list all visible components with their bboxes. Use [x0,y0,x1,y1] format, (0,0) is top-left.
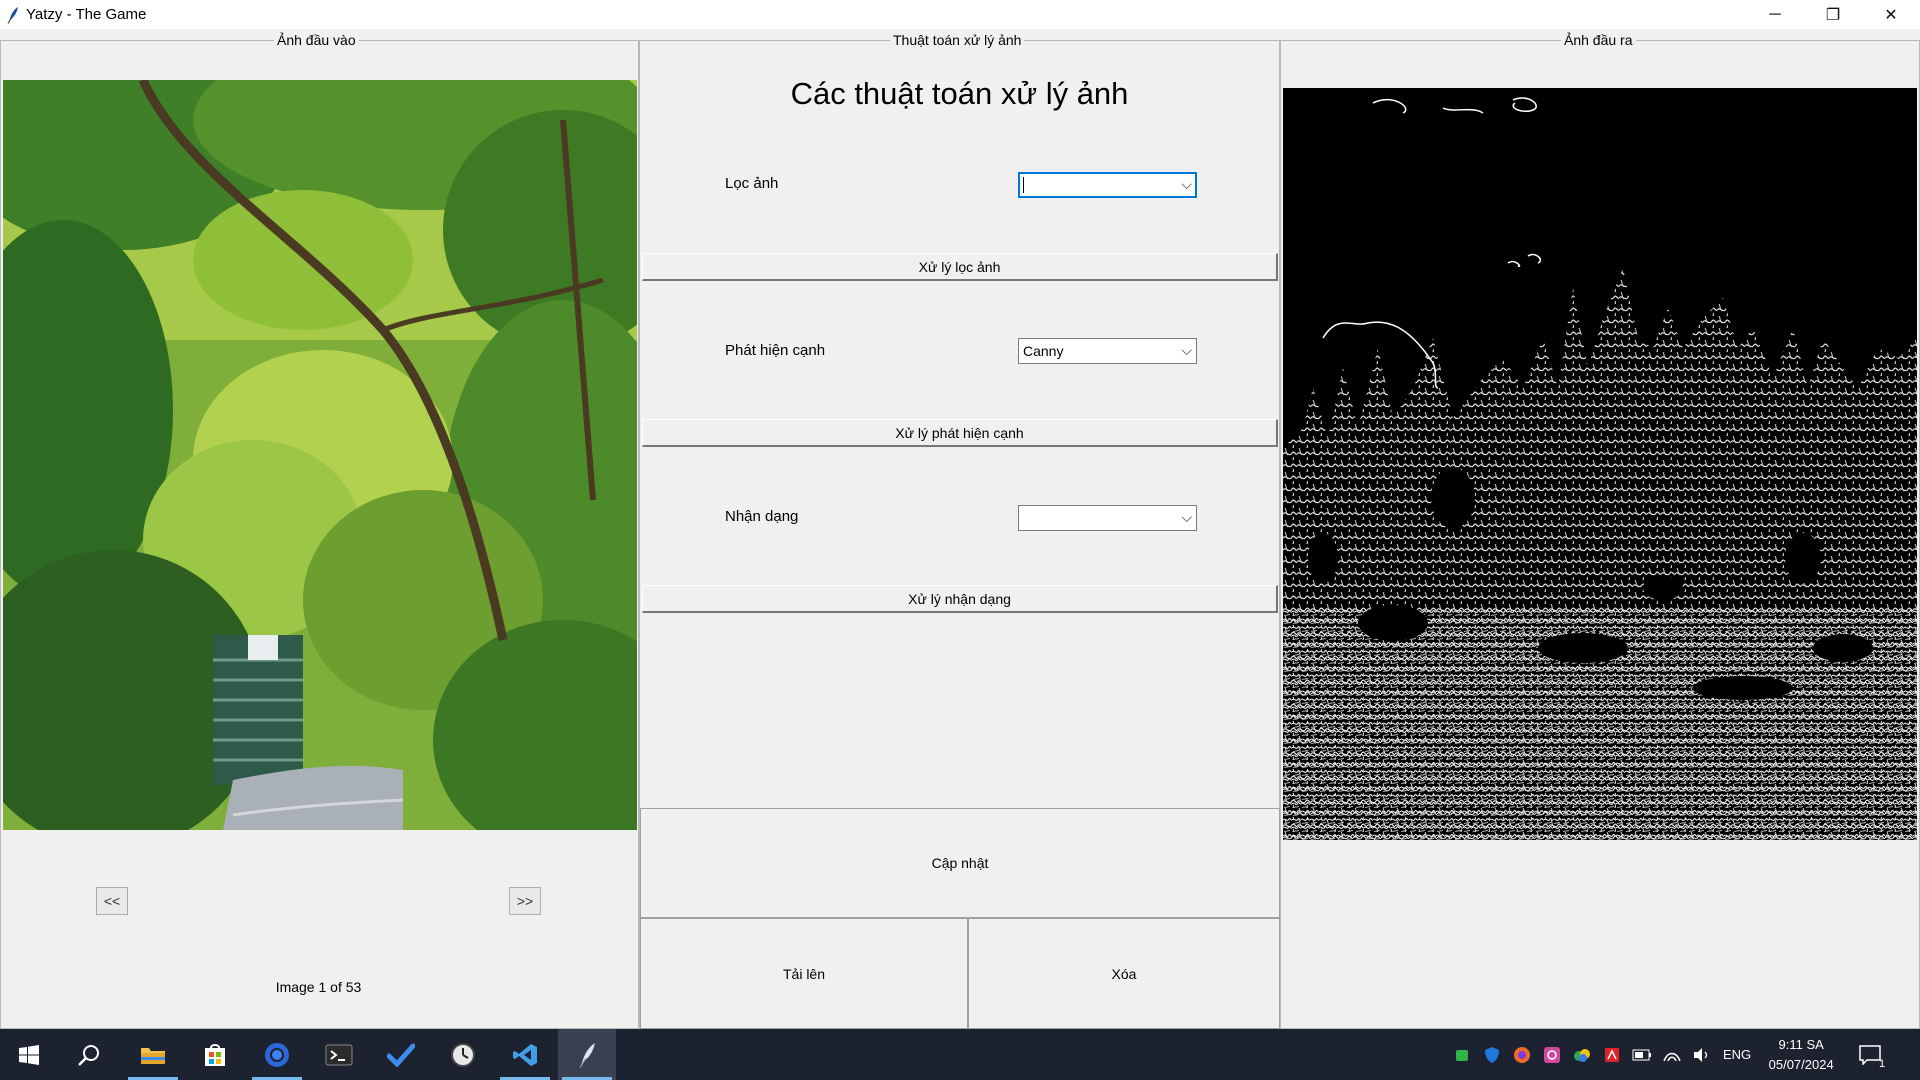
clock-icon [451,1042,475,1067]
vscode-button[interactable] [496,1029,554,1080]
volume-icon[interactable] [1691,1044,1713,1066]
filter-select[interactable]: ⌵ [1018,172,1197,198]
next-image-button[interactable]: >> [509,887,541,915]
terminal-button[interactable] [310,1029,368,1080]
input-frame-label: Ảnh đầu vào [274,32,359,48]
checkmark-icon [387,1043,415,1067]
update-button[interactable]: Cập nhật [640,808,1280,918]
notification-icon [1859,1044,1881,1065]
folder-icon [141,1047,165,1064]
camera-tray-icon[interactable] [1541,1044,1563,1066]
output-frame-label: Ảnh đầu ra [1561,32,1636,48]
search-button[interactable] [60,1029,118,1080]
wifi-icon[interactable] [1661,1044,1683,1066]
python-tk-button[interactable] [558,1029,616,1080]
system-tray: ENG 9:11 SA 05/07/2024 1 [1447,1029,1885,1080]
feather-icon [7,6,18,24]
recognize-select[interactable]: ⌵ [1018,505,1197,531]
recognize-process-button[interactable]: Xử lý nhận dạng [642,585,1278,613]
clock-time: 9:11 SA [1778,1036,1824,1052]
edge-label: Phát hiện cạnh [725,342,826,359]
edge-select-value: Canny [1023,343,1064,359]
shield-icon[interactable] [1481,1044,1503,1066]
output-image [1283,88,1917,840]
upload-button[interactable]: Tải lên [640,918,968,1029]
security-tray-icon[interactable] [1451,1044,1473,1066]
browser-tray-icon[interactable] [1511,1044,1533,1066]
image-counter: Image 1 of 53 [275,979,362,995]
window-title: Yatzy - The Game [26,6,147,23]
filter-process-button[interactable]: Xử lý lọc ảnh [642,253,1278,281]
title-bar: Yatzy - The Game ─ ❐ ✕ [0,0,1920,29]
search-icon [78,1044,99,1066]
edge-select[interactable]: Canny ⌵ [1018,338,1197,364]
prev-image-button[interactable]: << [96,887,128,915]
close-button[interactable]: ✕ [1862,0,1920,29]
feather-icon [579,1042,595,1068]
chrome-button[interactable] [248,1029,306,1080]
input-image [3,80,637,830]
notification-button[interactable]: 1 [1859,1044,1885,1070]
chrome-icon [265,1042,289,1067]
delete-button[interactable]: Xóa [968,918,1280,1029]
filter-label: Lọc ảnh [725,175,779,192]
text-caret [1023,177,1024,193]
chevron-down-icon[interactable]: ⌵ [1181,342,1192,359]
language-indicator[interactable]: ENG [1723,1047,1751,1062]
chevron-down-icon[interactable]: ⌵ [1181,176,1192,193]
windows-logo-icon [19,1044,39,1065]
edge-process-button[interactable]: Xử lý phát hiện cạnh [642,419,1278,447]
clock-date: 05/07/2024 [1768,1056,1834,1072]
minimize-button[interactable]: ─ [1746,0,1804,29]
windows-start-button[interactable] [0,1029,58,1080]
terminal-icon [325,1044,353,1065]
recognize-label: Nhận dạng [725,508,799,525]
pdf-tray-icon[interactable] [1601,1044,1623,1066]
taskbar-clock[interactable]: 9:11 SA 05/07/2024 [1757,1035,1845,1075]
microsoft-store-button[interactable] [186,1029,244,1080]
file-explorer-button[interactable] [124,1029,182,1080]
chevron-down-icon[interactable]: ⌵ [1181,509,1192,526]
notification-count: 1 [1879,1057,1886,1070]
clock-app-button[interactable] [434,1029,492,1080]
algorithm-heading: Các thuật toán xử lý ảnh [790,76,1129,111]
todo-button[interactable] [372,1029,430,1080]
vscode-icon [513,1043,537,1066]
battery-icon[interactable] [1631,1044,1653,1066]
cloud-tray-icon[interactable] [1571,1044,1593,1066]
restore-button[interactable]: ❐ [1804,0,1862,29]
algorithm-frame-label: Thuật toán xử lý ảnh [890,32,1025,48]
taskbar: ENG 9:11 SA 05/07/2024 1 [0,1029,1920,1080]
store-icon [205,1043,225,1066]
